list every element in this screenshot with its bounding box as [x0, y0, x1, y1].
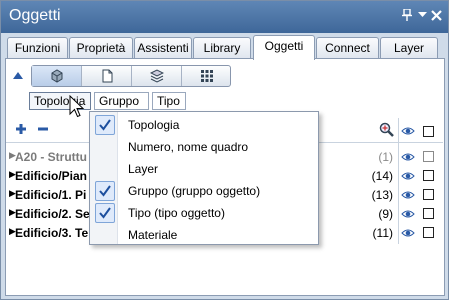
chevron-down-icon[interactable]	[418, 9, 427, 21]
collapse-all-icon[interactable]	[35, 122, 51, 138]
tab-label: Layer	[393, 41, 425, 55]
row-checkbox[interactable]	[423, 189, 434, 200]
collapse-arrow-icon[interactable]	[13, 71, 23, 81]
eye-icon[interactable]	[401, 208, 415, 220]
view-grid-button[interactable]	[182, 66, 232, 86]
pin-icon[interactable]	[402, 8, 412, 24]
menu-item-label: Layer	[128, 162, 159, 176]
eye-icon[interactable]	[401, 170, 415, 182]
tree-row-count: (9)	[378, 207, 393, 221]
menu-item-type[interactable]: Tipo (tipo oggetto)	[90, 202, 318, 224]
grouping-context-menu: Topologia Numero, nome quadro Layer Grup…	[89, 111, 319, 245]
tree-row-name: Edificio/2. Se	[15, 207, 90, 221]
menu-item-group[interactable]: Gruppo (gruppo oggetto)	[90, 180, 318, 202]
title-bar[interactable]: Oggetti	[1, 1, 448, 33]
menu-item-layer[interactable]: Layer	[90, 158, 318, 180]
tab-label: Connect	[325, 41, 370, 55]
subtab-label: Tipo	[157, 94, 180, 108]
panel-tabs: Funzioni Proprietà Assistenti Library Og…	[5, 35, 445, 60]
view-mode-toolbar	[31, 65, 231, 87]
row-checkbox[interactable]	[423, 208, 434, 219]
tree-row-count: (1)	[378, 150, 393, 164]
checkmark-icon	[95, 203, 115, 223]
close-icon[interactable]	[431, 6, 442, 26]
tree-row-name: Edificio/Pian	[15, 169, 88, 183]
eye-icon[interactable]	[401, 151, 415, 163]
tree-row-count: (13)	[371, 188, 393, 202]
menu-item-label: Topologia	[128, 118, 180, 132]
grid-icon	[200, 69, 214, 83]
menu-item-drawing-number[interactable]: Numero, nome quadro	[90, 136, 318, 158]
view-structure-button[interactable]	[32, 66, 82, 86]
menu-item-topology[interactable]: Topologia	[90, 114, 318, 136]
tree-row-name: A20 - Struttu	[15, 150, 87, 164]
menu-item-label: Materiale	[128, 228, 178, 242]
view-layers-button[interactable]	[132, 66, 182, 86]
eye-icon[interactable]	[401, 189, 415, 201]
checkmark-icon	[95, 181, 115, 201]
tab-label: Assistenti	[137, 41, 189, 55]
tree-row-name: Edificio/3. Te	[15, 226, 89, 240]
tab-functions[interactable]: Funzioni	[7, 37, 68, 59]
row-checkbox[interactable]	[423, 170, 434, 181]
view-drawing-button[interactable]	[82, 66, 132, 86]
tree-row-count: (11)	[372, 226, 393, 240]
menu-item-material[interactable]: Materiale	[90, 224, 318, 246]
tab-label: Proprietà	[76, 41, 126, 55]
tree-row-name: Edificio/1. Pi	[15, 188, 87, 202]
checkmark-icon	[95, 115, 115, 135]
tree-row-count: (14)	[371, 169, 393, 183]
subtab-type[interactable]: Tipo	[152, 92, 186, 110]
tab-label: Library	[203, 41, 241, 55]
tab-connect[interactable]: Connect	[316, 37, 379, 59]
mouse-cursor-icon	[69, 94, 85, 122]
objects-window: Oggetti Funzioni Proprietà Assistenti Li…	[0, 0, 449, 300]
tab-assistants[interactable]: Assistenti	[134, 37, 192, 59]
tab-label: Funzioni	[14, 41, 61, 55]
visibility-all-icon[interactable]	[401, 125, 415, 137]
cube-structure-icon	[50, 69, 64, 83]
tab-layer[interactable]: Layer	[380, 37, 438, 59]
document-icon	[100, 69, 114, 83]
tab-label: Oggetti	[264, 39, 304, 53]
row-checkbox[interactable]	[423, 151, 434, 162]
menu-item-label: Gruppo (gruppo oggetto)	[128, 184, 261, 198]
subtab-label: Gruppo	[99, 94, 140, 108]
row-checkbox[interactable]	[423, 227, 434, 238]
subtab-group[interactable]: Gruppo	[94, 92, 149, 110]
select-all-checkbox[interactable]	[423, 126, 434, 137]
zoom-icon[interactable]	[379, 122, 397, 140]
window-title: Oggetti	[9, 7, 61, 24]
layers-icon	[149, 69, 165, 83]
eye-icon[interactable]	[401, 227, 415, 239]
tab-properties[interactable]: Proprietà	[69, 37, 133, 59]
tab-library[interactable]: Library	[193, 37, 251, 59]
menu-item-label: Tipo (tipo oggetto)	[128, 206, 225, 220]
tab-objects[interactable]: Oggetti	[253, 35, 315, 60]
expand-all-icon[interactable]	[13, 122, 29, 138]
menu-item-label: Numero, nome quadro	[128, 140, 249, 154]
